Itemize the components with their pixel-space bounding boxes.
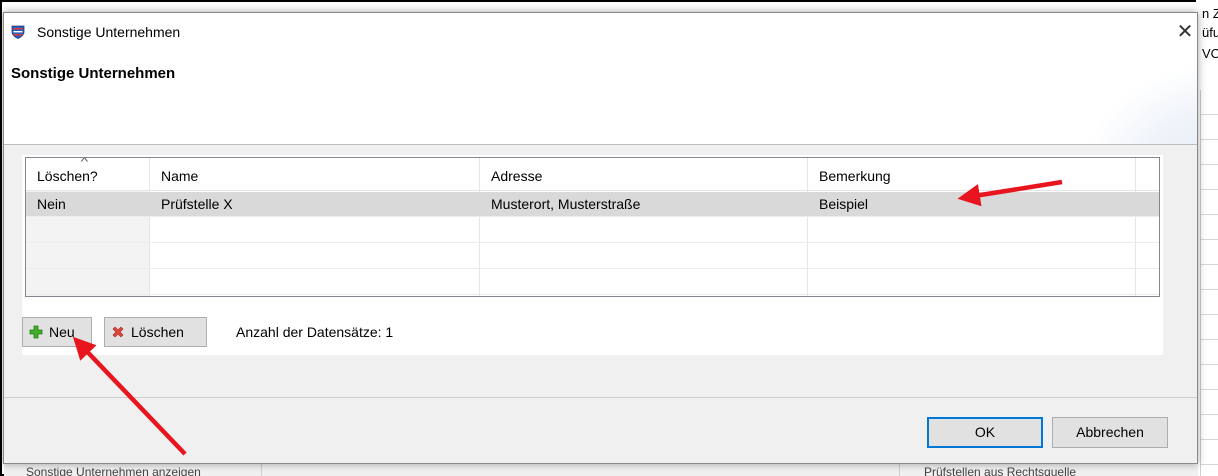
table-row-empty: [26, 218, 1159, 243]
background-list-lines: [1200, 90, 1218, 476]
record-count: Anzahl der Datensätze: 1: [236, 324, 394, 340]
cell-adresse[interactable]: Musterort, Musterstraße: [480, 192, 640, 217]
background-text-line: n Z: [1202, 6, 1218, 21]
background-tab-left[interactable]: Sonstige Unternehmen anzeigen: [4, 463, 262, 476]
background-window-bottom: Sonstige Unternehmen anzeigen Prüfstelle…: [4, 462, 1198, 476]
close-icon[interactable]: ✕: [1173, 19, 1197, 45]
cell-bemerkung[interactable]: Beispiel: [808, 192, 868, 217]
header-decoration: [1077, 61, 1197, 144]
table-row[interactable]: Nein Prüfstelle X Musterort, Musterstraß…: [26, 192, 1159, 217]
dialog-header: Sonstige Unternehmen: [4, 51, 1197, 145]
delete-button[interactable]: Löschen: [104, 317, 207, 347]
background-tab-right[interactable]: Prüfstellen aus Rechtsquelle: [899, 463, 1159, 476]
sonstige-unternehmen-dialog: Sonstige Unternehmen ✕ Sonstige Unterneh…: [3, 12, 1198, 464]
new-button-label: Neu: [49, 324, 75, 340]
background-text-line: üfu: [1202, 25, 1218, 40]
page-title: Sonstige Unternehmen: [11, 65, 176, 82]
hesse-coat-of-arms-icon: [11, 25, 25, 39]
cell-name[interactable]: Prüfstelle X: [150, 192, 233, 217]
ok-button[interactable]: OK: [927, 417, 1043, 448]
new-button[interactable]: Neu: [22, 317, 92, 347]
background-text-line: VO: [1202, 46, 1218, 61]
title-bar: Sonstige Unternehmen ✕: [4, 13, 1197, 51]
table-row-empty: [26, 244, 1159, 269]
footer-divider: [4, 397, 1197, 398]
table-row-empty: [26, 270, 1159, 295]
delete-x-icon: [112, 326, 124, 338]
plus-icon: [29, 325, 43, 339]
cell-loeschen[interactable]: Nein: [26, 192, 66, 217]
delete-button-label: Löschen: [131, 324, 184, 340]
companies-table: ^ Löschen? Name Adresse Bemerkung Nein P…: [25, 157, 1160, 297]
window-title: Sonstige Unternehmen: [37, 24, 181, 40]
cancel-button[interactable]: Abbrechen: [1052, 417, 1168, 448]
